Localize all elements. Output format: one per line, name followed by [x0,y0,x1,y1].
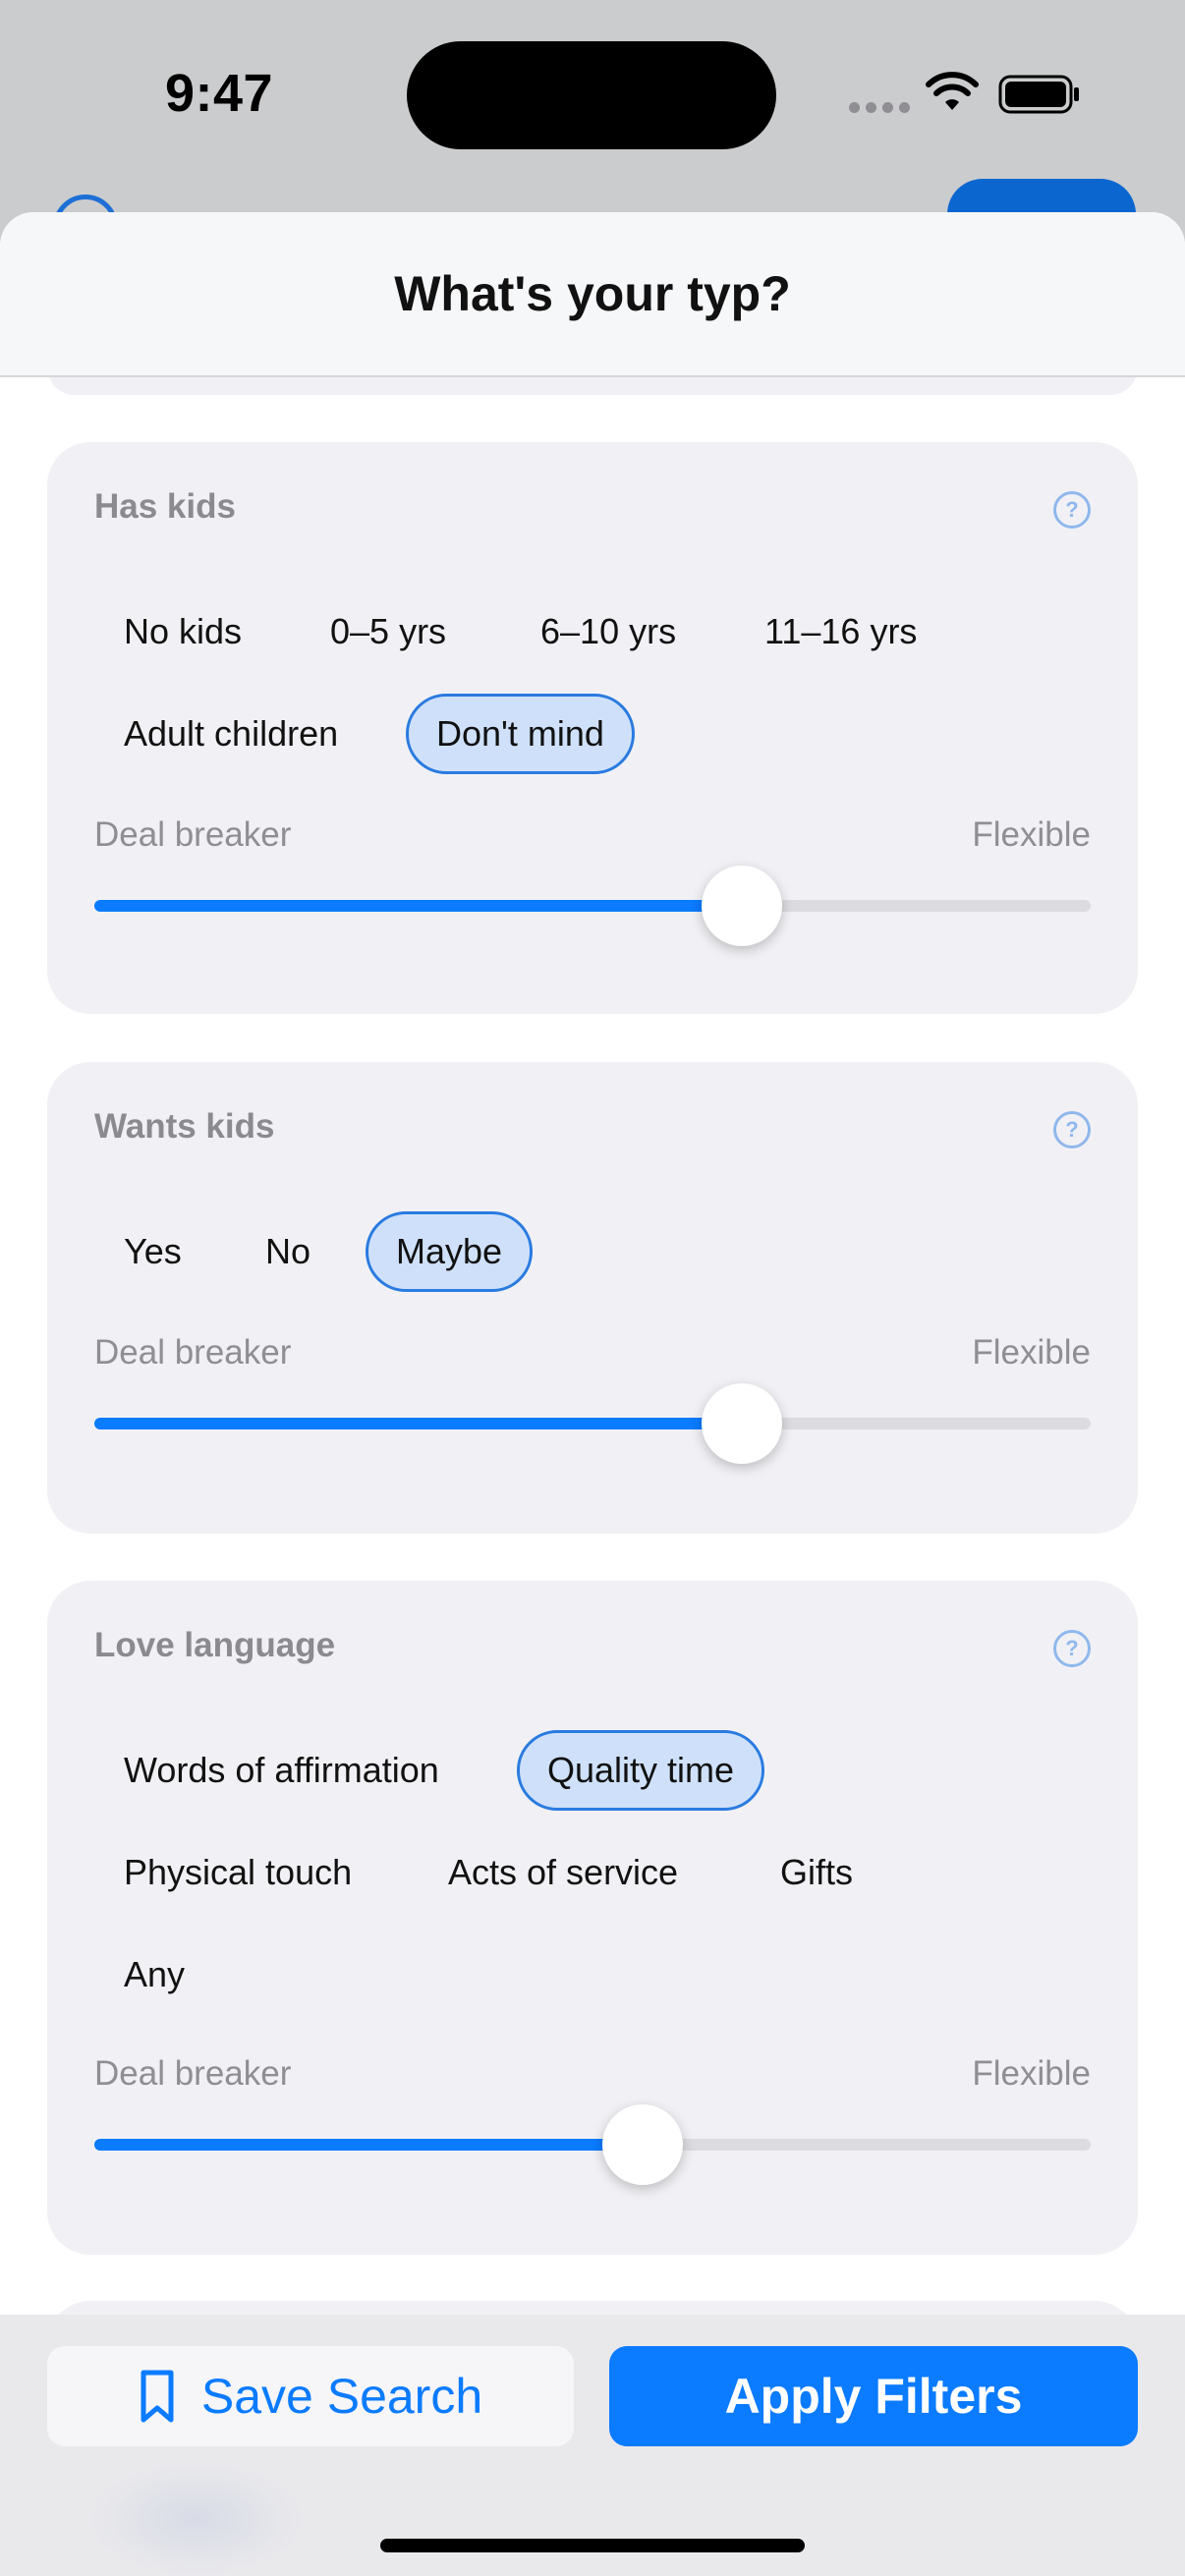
has-kids-title: Has kids [94,487,236,526]
chip-physical-touch[interactable]: Physical touch [94,1832,381,1913]
chip-no-kids[interactable]: No kids [94,591,271,672]
chip-any[interactable]: Any [94,1934,214,2015]
love-language-card: Love language ? Words of affirmation Qua… [47,1581,1138,2255]
chip-gifts[interactable]: Gifts [751,1832,882,1913]
chip-6-10-yrs[interactable]: 6–10 yrs [511,591,705,672]
dynamic-island [407,41,776,149]
love-language-slider-fill [94,2139,643,2151]
wants-kids-title: Wants kids [94,1107,275,1146]
chip-quality-time[interactable]: Quality time [517,1730,765,1811]
chip-0-5-yrs[interactable]: 0–5 yrs [301,591,476,672]
chip-no[interactable]: No [236,1211,340,1292]
love-language-scale-left: Deal breaker [94,2054,292,2093]
wants-kids-scale-right: Flexible [972,1333,1091,1372]
has-kids-scale-left: Deal breaker [94,815,292,854]
love-language-title: Love language [94,1626,336,1664]
wants-kids-scale-left: Deal breaker [94,1333,292,1372]
chip-words-of-affirmation[interactable]: Words of affirmation [94,1730,469,1811]
chip-acts-of-service[interactable]: Acts of service [419,1832,707,1913]
love-language-scale-right: Flexible [972,2054,1091,2093]
chip-yes[interactable]: Yes [94,1211,211,1292]
bottom-action-bar: Save Search Apply Filters [0,2315,1185,2576]
has-kids-scale-right: Flexible [972,815,1091,854]
bottom-glow [88,2462,305,2576]
has-kids-help-icon[interactable]: ? [1053,491,1091,529]
sheet-title: What's your typ? [394,266,791,321]
wants-kids-card: Wants kids ? Yes No Maybe Deal breaker F… [47,1062,1138,1534]
chip-adult-children[interactable]: Adult children [94,694,367,774]
wants-kids-slider-fill [94,1418,743,1429]
apply-filters-button[interactable]: Apply Filters [609,2346,1138,2446]
bookmark-icon [141,2370,174,2423]
chip-11-16-yrs[interactable]: 11–16 yrs [735,591,946,672]
home-indicator [380,2539,805,2552]
chip-dont-mind[interactable]: Don't mind [406,694,635,774]
apply-filters-label: Apply Filters [724,2369,1023,2424]
has-kids-slider-thumb[interactable] [702,866,783,946]
status-bar: 9:47 [0,0,1185,196]
wants-kids-slider[interactable] [94,1383,1091,1464]
save-search-button[interactable]: Save Search [47,2346,574,2446]
wifi-icon [926,72,979,110]
cellular-signal-icon [849,102,910,113]
love-language-help-icon[interactable]: ? [1053,1630,1091,1667]
has-kids-slider-fill [94,900,743,912]
wants-kids-slider-thumb[interactable] [702,1383,783,1464]
screen: 9:47 What's your typ? Has kids ? No kids… [0,0,1185,2576]
love-language-slider[interactable] [94,2104,1091,2185]
battery-icon [998,75,1079,114]
has-kids-slider[interactable] [94,866,1091,946]
status-time: 9:47 [165,64,274,123]
sheet-header: What's your typ? [0,212,1185,377]
chip-maybe[interactable]: Maybe [366,1211,534,1292]
filter-sheet: What's your typ? Has kids ? No kids 0–5 … [0,212,1185,2576]
wants-kids-help-icon[interactable]: ? [1053,1111,1091,1148]
love-language-slider-thumb[interactable] [601,2104,683,2185]
has-kids-card: Has kids ? No kids 0–5 yrs 6–10 yrs 11–1… [47,442,1138,1014]
save-search-label: Save Search [200,2369,483,2424]
